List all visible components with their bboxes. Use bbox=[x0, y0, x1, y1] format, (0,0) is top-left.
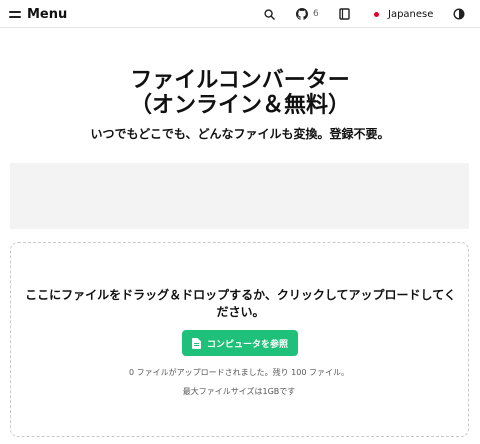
file-drop-zone[interactable]: ここにファイルをドラッグ＆ドロップするか、クリックしてアップロードしてください。… bbox=[10, 242, 469, 437]
menu-label: Menu bbox=[27, 6, 68, 22]
search-icon bbox=[264, 8, 275, 20]
browse-button-label: コンピュータを参照 bbox=[206, 339, 288, 350]
page-title: ファイルコンバーター （オンライン＆無料） bbox=[0, 68, 480, 118]
theme-toggle-icon bbox=[453, 8, 465, 20]
ad-placeholder bbox=[10, 163, 469, 229]
upload-status: 0 ファイルがアップロードされました。残り 100 ファイル。 bbox=[129, 368, 349, 377]
github-icon bbox=[296, 8, 308, 20]
theme-toggle-button[interactable] bbox=[453, 6, 465, 22]
language-label: Japanese bbox=[388, 8, 434, 20]
flag-icon bbox=[374, 11, 379, 17]
drop-instruction: ここにファイルをドラッグ＆ドロップするか、クリックしてアップロードしてください。 bbox=[25, 288, 456, 319]
max-file-size-note: 最大ファイルサイズは1GBです bbox=[182, 387, 296, 396]
docs-button[interactable] bbox=[339, 6, 350, 22]
hamburger-icon bbox=[9, 8, 21, 20]
book-icon bbox=[339, 8, 350, 20]
browse-computer-button[interactable]: コンピュータを参照 bbox=[182, 330, 298, 356]
menu-button[interactable]: Menu bbox=[9, 5, 67, 23]
language-selector[interactable]: Japanese bbox=[374, 6, 433, 22]
page-title-line-2: （オンライン＆無料） bbox=[129, 93, 350, 118]
search-button[interactable] bbox=[264, 6, 275, 22]
github-link[interactable]: 6 bbox=[296, 6, 319, 22]
file-icon bbox=[191, 337, 201, 349]
page-subtitle: いつでもどこでも、どんなファイルも変換。登録不要。 bbox=[90, 127, 390, 141]
page-title-line-1: ファイルコンバーター bbox=[130, 68, 350, 93]
top-navigation-bar: Menu 6 Japanese bbox=[0, 0, 480, 28]
github-star-count: 6 bbox=[313, 9, 319, 19]
